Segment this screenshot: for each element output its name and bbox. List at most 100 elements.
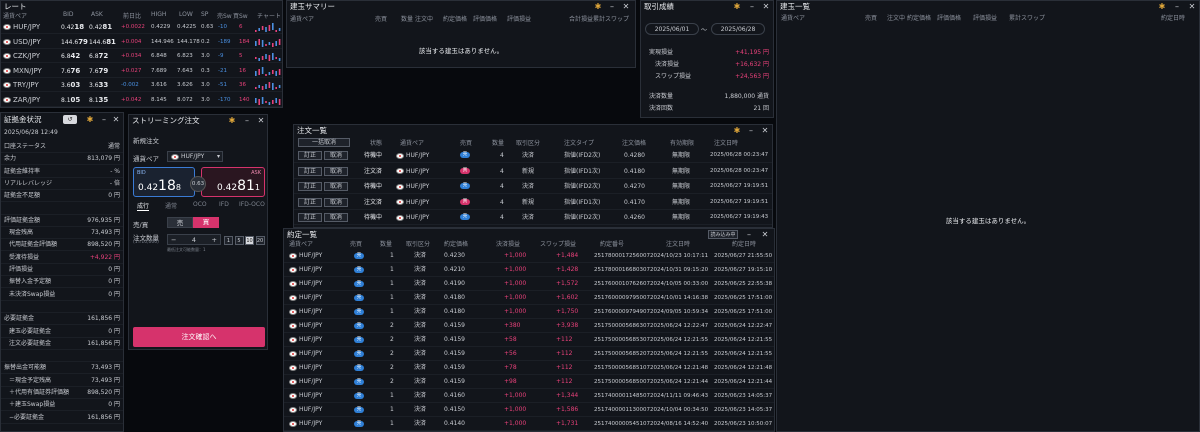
cancel-button[interactable]: 取消 <box>324 197 348 207</box>
tab-3[interactable]: IFD <box>219 201 229 208</box>
modify-button[interactable]: 訂正 <box>298 213 322 222</box>
execution-row[interactable]: HUF/JPY 売 1 決済 0.4180 +1,000 +1,602 25176000097… <box>284 291 774 305</box>
qty-step-button[interactable]: 20 <box>255 236 265 245</box>
execution-row[interactable]: HUF/JPY 売 2 決済 0.4159 +98 +112 2517500005685007… <box>284 375 774 389</box>
modify-button[interactable]: 訂正 <box>298 197 322 207</box>
execution-row[interactable]: HUF/JPY 売 1 決済 0.4160 +1,000 +1,344 25174000011… <box>284 389 774 403</box>
modify-button[interactable]: 訂正 <box>298 182 322 191</box>
cancel-button[interactable]: 取消 <box>324 151 348 160</box>
exec-price: 0.4140 <box>444 420 465 427</box>
qty-step-button[interactable]: 10 <box>245 236 254 245</box>
column-header: 買Sw <box>233 13 248 20</box>
close-icon[interactable]: ✕ <box>1187 1 1197 13</box>
execution-row[interactable]: HUF/JPY 売 1 決済 0.4210 +1,000 +1,428 25178000166… <box>284 263 774 277</box>
cancel-button[interactable]: 取消 <box>324 182 348 191</box>
execution-row[interactable]: HUF/JPY 売 1 決済 0.4230 +1,000 +1,484 25178000172… <box>284 249 774 263</box>
ask-box[interactable]: ASK 0.42811 <box>201 167 265 197</box>
close-icon[interactable]: ✕ <box>621 1 631 13</box>
bid-price[interactable]: 8.105 <box>61 93 80 108</box>
side-badge: 売 <box>354 267 364 273</box>
rate-row[interactable]: TRY/JPY 3.603 3.633 -0.002 3.616 3.626 3.0 -51 3… <box>1 78 282 92</box>
bid-price[interactable]: 6.842 <box>61 49 80 64</box>
execution-row[interactable]: HUF/JPY 売 2 決済 0.4159 +380 +3,938 2517500005686… <box>284 319 774 333</box>
minimize-icon[interactable]: – <box>1172 1 1182 13</box>
plus-icon[interactable]: + <box>212 235 217 245</box>
bid-price[interactable]: 3.603 <box>61 78 80 93</box>
bid-box[interactable]: BID 0.42188 <box>133 167 195 197</box>
ask-price[interactable]: 6.872 <box>89 49 108 64</box>
ask-price[interactable]: 7.679 <box>89 64 108 79</box>
settings-icon[interactable]: ✱ <box>85 113 95 125</box>
ask-price[interactable]: 8.135 <box>89 93 108 108</box>
rate-row[interactable]: ZAR/JPY 8.105 8.135 +0.042 8.145 8.072 3.0 -170… <box>1 93 282 107</box>
margin-row: 必要証拠金 161,856 円 <box>1 313 123 326</box>
rate-row[interactable]: MXN/JPY 7.676 7.679 +0.027 7.689 7.643 0.3 -21 1… <box>1 64 282 78</box>
order-row[interactable]: 訂正 取消 待機中 HUF/JPY 売 4 決済 指値(IFD2次) 0.4280 無期限 2025… <box>294 148 772 163</box>
execution-row[interactable]: HUF/JPY 売 2 決済 0.4159 +78 +112 2517500005685107… <box>284 361 774 375</box>
close-icon[interactable]: ✕ <box>256 115 266 127</box>
bid-price[interactable]: 0.4218 <box>61 20 84 35</box>
order-row[interactable]: 訂正 取消 注文済 HUF/JPY 買 4 新規 指値(IFD1次) 0.4170 無期限 2025… <box>294 195 772 210</box>
bid-price[interactable]: 7.676 <box>61 64 80 79</box>
ask-price[interactable]: 0.4281 <box>89 20 112 35</box>
tab-1[interactable]: 通常 <box>165 201 177 210</box>
quantity-stepper[interactable]: − 4 + <box>167 234 221 245</box>
tab-2[interactable]: OCO <box>193 201 207 208</box>
read-more-button[interactable]: 読み込み中 <box>708 230 738 239</box>
minimize-icon[interactable]: – <box>746 125 756 137</box>
rate-row[interactable]: CZK/JPY 6.842 6.872 +0.034 6.848 6.823 3.0 -9 5 <box>1 49 282 63</box>
modify-button[interactable]: 訂正 <box>298 166 322 176</box>
date-from[interactable]: 2025/06/01 <box>645 23 699 35</box>
close-icon[interactable]: ✕ <box>761 1 771 13</box>
tab-0[interactable]: 成行 <box>137 201 150 211</box>
summary-header: 通貨ペア 売買 数量 注文中 約定価格 評価価格 評価損益 合計損益 累計スワップ <box>287 14 635 24</box>
cancel-button[interactable]: 取消 <box>324 213 348 222</box>
column-header: 評価損益 <box>973 15 998 22</box>
settings-icon[interactable]: ✱ <box>1157 1 1167 13</box>
order-kind: 新規 <box>522 198 535 206</box>
minimize-icon[interactable]: – <box>242 115 252 127</box>
order-row[interactable]: 訂正 取消 注文済 HUF/JPY 買 4 新規 指値(IFD1次) 0.4180 無期限 2025… <box>294 164 772 179</box>
execution-row[interactable]: HUF/JPY 売 1 決済 0.4140 +1,000 +1,731 25174000005… <box>284 417 774 431</box>
pair-select[interactable]: HUF/JPY ▾ <box>167 151 223 162</box>
execution-row[interactable]: HUF/JPY 売 1 決済 0.4180 +1,000 +1,750 25176000097… <box>284 305 774 319</box>
ask-label: ASK <box>251 170 261 176</box>
orders-title: 注文一覧 <box>297 126 327 135</box>
execution-row[interactable]: HUF/JPY 売 1 決済 0.4150 +1,000 +1,586 25174000011… <box>284 403 774 417</box>
execution-row[interactable]: HUF/JPY 売 2 決済 0.4159 +56 +112 2517500005685207… <box>284 347 774 361</box>
rate-row[interactable]: HUF/JPY 0.4218 0.4281 +0.0022 0.4229 0.4225 0.… <box>1 20 282 34</box>
minimize-icon[interactable]: – <box>747 1 757 13</box>
settings-icon[interactable]: ✱ <box>593 1 603 13</box>
candle <box>272 83 274 90</box>
settings-icon[interactable]: ✱ <box>732 1 742 13</box>
close-icon[interactable]: ✕ <box>760 125 770 137</box>
cancel-button[interactable]: 取消 <box>324 166 348 176</box>
minimize-icon[interactable]: – <box>607 1 617 13</box>
rate-row[interactable]: USD/JPY 144.679 144.681 +0.004 144.946 144.17… <box>1 35 282 49</box>
execution-row[interactable]: HUF/JPY 売 2 決済 0.4159 +58 +112 2517500005685307… <box>284 333 774 347</box>
order-confirm-button[interactable]: 注文確認へ <box>133 327 265 347</box>
tab-4[interactable]: IFD-OCO <box>239 201 265 208</box>
minimize-icon[interactable]: – <box>99 113 109 125</box>
bid-price[interactable]: 144.679 <box>61 35 88 50</box>
qty-step-button[interactable]: 1 <box>224 236 233 245</box>
settings-icon[interactable]: ✱ <box>227 115 237 127</box>
close-icon[interactable]: ✕ <box>111 113 121 125</box>
settings-icon[interactable]: ✱ <box>732 125 742 137</box>
execution-row[interactable]: HUF/JPY 売 1 決済 0.4190 +1,000 +1,572 25176000107… <box>284 277 774 291</box>
flag-icon <box>3 67 11 74</box>
side-badge: 売 <box>354 323 364 329</box>
sell-button[interactable]: 売 <box>167 217 193 228</box>
qty-step-button[interactable]: 5 <box>234 236 244 245</box>
mini-chart[interactable] <box>255 95 282 108</box>
ask-price[interactable]: 3.633 <box>89 78 108 93</box>
ask-price[interactable]: 144.681 <box>89 35 116 50</box>
buy-button[interactable]: 買 <box>193 217 219 228</box>
margin-label: ＋代用有価証券評価額 <box>9 389 70 396</box>
modify-button[interactable]: 訂正 <box>298 151 322 160</box>
refresh-icon[interactable]: ↺ <box>63 115 77 124</box>
order-row[interactable]: 訂正 取消 待機中 HUF/JPY 売 4 決済 指値(IFD2次) 0.4270 無期限 2025… <box>294 179 772 194</box>
spread-badge: 0.63 <box>190 176 206 192</box>
date-to[interactable]: 2025/06/28 <box>711 23 765 35</box>
order-row[interactable]: 訂正 取消 待機中 HUF/JPY 売 4 決済 指値(IFD2次) 0.4260 無期限 2025… <box>294 210 772 225</box>
